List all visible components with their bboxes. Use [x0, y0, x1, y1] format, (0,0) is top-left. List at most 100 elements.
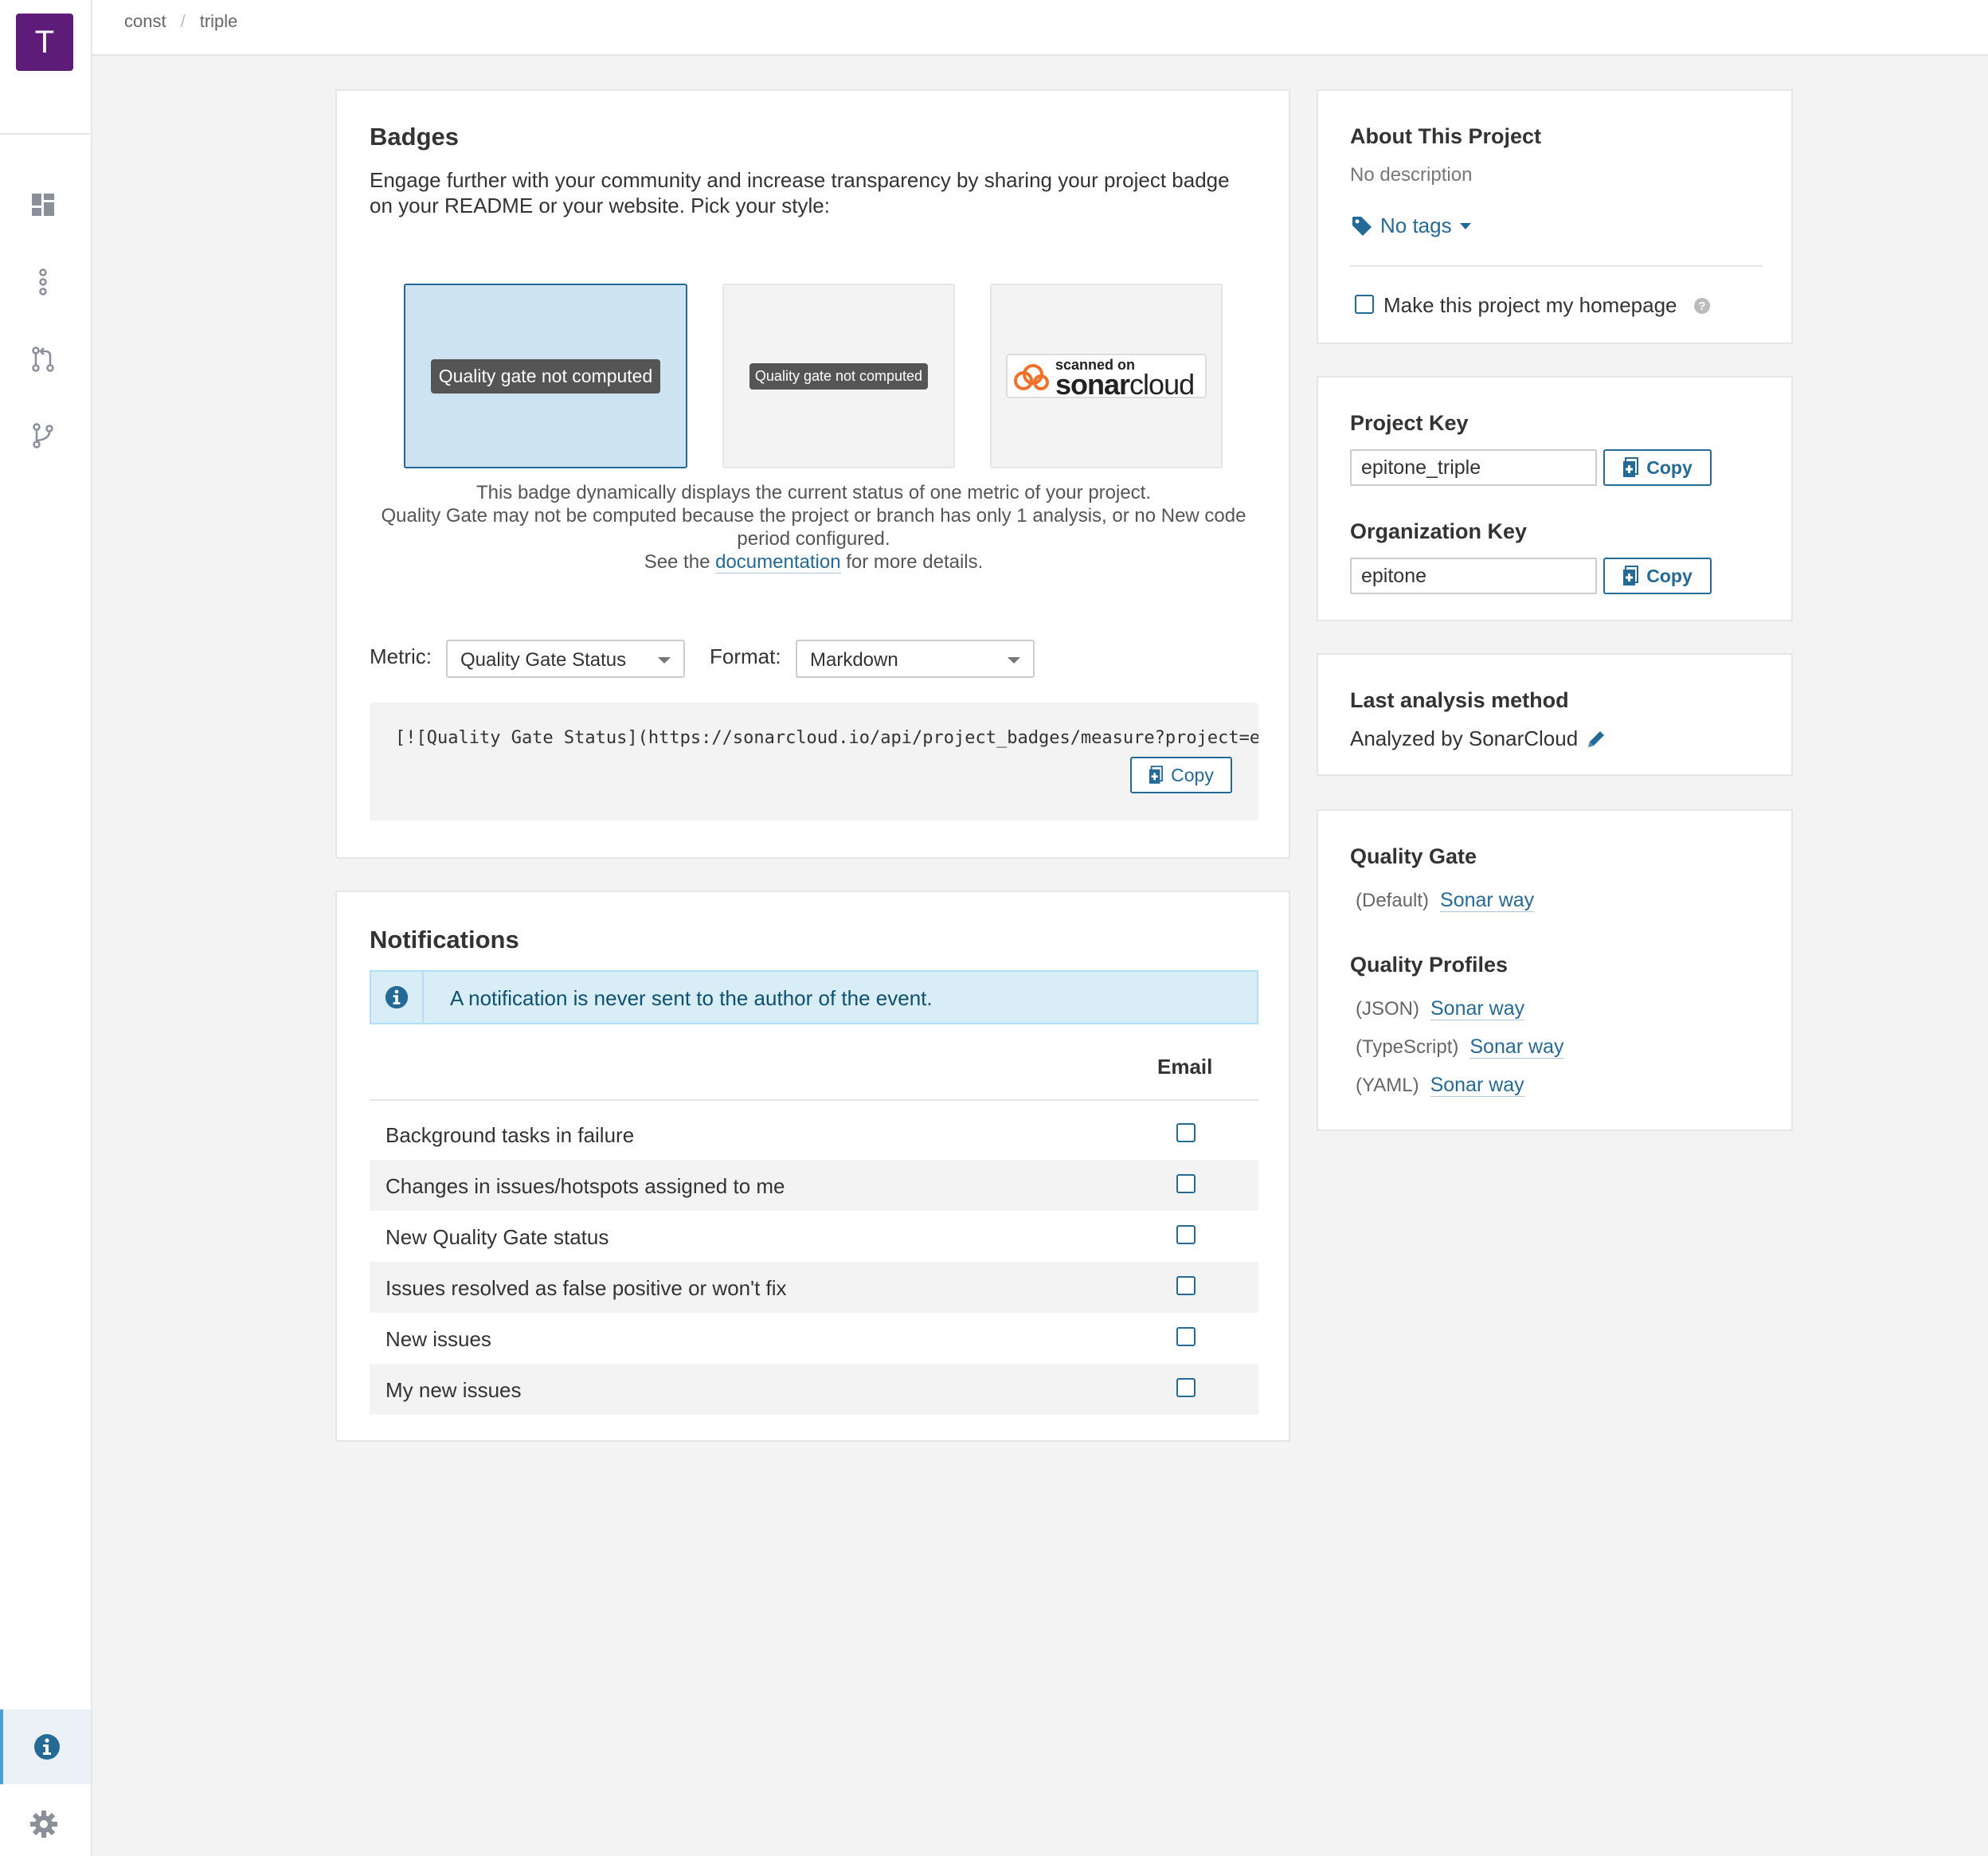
info-icon — [371, 972, 424, 1023]
notification-label: Issues resolved as false positive or won… — [385, 1276, 787, 1300]
notification-label: My new issues — [385, 1378, 522, 1402]
table-divider — [370, 1099, 1258, 1101]
badge-option-default[interactable]: Quality gate not computed — [404, 284, 687, 468]
project-description: No description — [1350, 164, 1473, 186]
format-select[interactable]: Markdown — [796, 640, 1035, 678]
chevron-down-icon — [658, 657, 671, 664]
breadcrumb-separator: / — [180, 11, 186, 31]
top-bar: const / triple — [92, 0, 1988, 56]
quality-profile-row: (TypeScript) Sonar way — [1356, 1036, 1564, 1059]
email-column-header: Email — [1157, 1055, 1213, 1079]
badge-desc-see: See the — [644, 551, 710, 573]
metric-label: Metric: — [370, 644, 432, 668]
copy-label: Copy — [1646, 565, 1693, 586]
quality-gate-row: (Default) Sonar way — [1356, 889, 1535, 912]
copy-icon — [1623, 566, 1639, 585]
sidebar: T — [0, 0, 92, 1856]
organization-key-title: Organization Key — [1350, 519, 1528, 543]
documentation-link[interactable]: documentation — [715, 551, 841, 574]
notification-row: Background tasks in failure — [370, 1109, 1258, 1160]
format-select-value: Markdown — [810, 649, 898, 671]
tags-selector[interactable]: No tags — [1352, 213, 1471, 238]
overview-icon[interactable] — [29, 191, 57, 218]
email-checkbox[interactable] — [1176, 1225, 1196, 1244]
sonarcloud-cloud-icon — [1014, 364, 1049, 390]
badge-preview-label: Quality gate not computed — [749, 362, 929, 390]
sonarcloud-wordmark: sonarcloud — [1055, 368, 1195, 401]
format-label: Format: — [710, 644, 781, 668]
quality-profile-row: (YAML) Sonar way — [1356, 1074, 1524, 1097]
notification-row: Changes in issues/hotspots assigned to m… — [370, 1160, 1258, 1211]
project-key-input[interactable] — [1350, 449, 1597, 486]
quality-gate-link[interactable]: Sonar way — [1440, 889, 1535, 912]
notification-label: Changes in issues/hotspots assigned to m… — [385, 1174, 785, 1198]
email-checkbox[interactable] — [1176, 1378, 1196, 1397]
badges-intro: Engage further with your community and i… — [370, 168, 1230, 217]
copy-icon — [1623, 457, 1639, 477]
last-analysis-title: Last analysis method — [1350, 688, 1569, 712]
pencil-icon[interactable] — [1586, 729, 1606, 750]
issues-icon[interactable] — [29, 268, 57, 296]
last-analysis-card: Last analysis method Analyzed by SonarCl… — [1317, 653, 1793, 776]
tag-icon — [1352, 216, 1372, 236]
breadcrumb-project[interactable]: triple — [200, 11, 238, 31]
notification-row: Issues resolved as false positive or won… — [370, 1262, 1258, 1313]
tags-label: No tags — [1380, 213, 1452, 237]
notification-label: New Quality Gate status — [385, 1225, 609, 1249]
notification-row: New issues — [370, 1313, 1258, 1364]
badges-card: Badges Engage further with your communit… — [335, 89, 1290, 859]
notifications-title: Notifications — [370, 926, 519, 953]
copy-organization-key-button[interactable]: Copy — [1603, 558, 1712, 594]
quality-profile-link[interactable]: Sonar way — [1430, 1074, 1524, 1097]
sonarcloud-wordmark-b: cloud — [1129, 368, 1195, 401]
email-checkbox[interactable] — [1176, 1174, 1196, 1193]
chevron-down-icon — [1459, 222, 1471, 229]
badge-desc-line2: Quality Gate may not be computed because… — [381, 505, 1246, 550]
badge-preview-label: Quality gate not computed — [430, 358, 661, 394]
project-key-title: Project Key — [1350, 411, 1469, 435]
quality-profiles-title: Quality Profiles — [1350, 953, 1509, 977]
about-divider — [1350, 265, 1763, 267]
keys-card: Project Key Copy Organization Key Copy — [1317, 376, 1793, 621]
quality-profile-row: (JSON) Sonar way — [1356, 997, 1525, 1020]
badges-title: Badges — [370, 123, 459, 151]
organization-key-input[interactable] — [1350, 558, 1597, 594]
profile-language: (TypeScript) — [1356, 1036, 1459, 1058]
gear-icon[interactable] — [29, 1810, 58, 1838]
last-analysis-value-wrap: Analyzed by SonarCloud — [1350, 726, 1606, 751]
badge-option-flat[interactable]: Quality gate not computed — [722, 284, 955, 468]
breadcrumb-org[interactable]: const — [124, 11, 166, 31]
copy-icon — [1149, 766, 1164, 784]
badge-code-snippet[interactable]: [![Quality Gate Status](https://sonarclo… — [370, 703, 1258, 820]
avatar-letter: T — [34, 24, 55, 60]
sonarcloud-badge: scanned on sonarcloud — [1006, 354, 1207, 401]
notification-label: New issues — [385, 1327, 491, 1351]
copy-snippet-button[interactable]: Copy — [1130, 757, 1232, 793]
help-icon[interactable]: ? — [1694, 298, 1710, 314]
email-checkbox[interactable] — [1176, 1123, 1196, 1142]
sidebar-divider — [0, 133, 91, 135]
homepage-checkbox[interactable] — [1355, 295, 1374, 314]
chevron-down-icon — [1008, 657, 1020, 664]
email-checkbox[interactable] — [1176, 1327, 1196, 1346]
quality-profile-link[interactable]: Sonar way — [1430, 997, 1525, 1020]
badge-desc-line3: See the documentation for more details. — [370, 550, 1258, 574]
notification-row: My new issues — [370, 1364, 1258, 1415]
notification-label: Background tasks in failure — [385, 1123, 635, 1147]
project-information-nav[interactable] — [0, 1709, 91, 1784]
quality-profile-link[interactable]: Sonar way — [1469, 1036, 1564, 1059]
copy-project-key-button[interactable]: Copy — [1603, 449, 1712, 486]
copy-label: Copy — [1646, 456, 1693, 478]
badge-desc-line1: This badge dynamically displays the curr… — [475, 482, 1152, 503]
profile-language: (JSON) — [1356, 998, 1419, 1020]
metric-select[interactable]: Quality Gate Status — [446, 640, 685, 678]
profile-language: (YAML) — [1356, 1075, 1419, 1096]
about-project-card: About This Project No description No tag… — [1317, 89, 1793, 344]
metric-select-value: Quality Gate Status — [460, 649, 627, 671]
homepage-label: Make this project my homepage — [1383, 293, 1677, 317]
email-checkbox[interactable] — [1176, 1276, 1196, 1295]
branches-icon[interactable] — [29, 422, 57, 449]
badge-option-scanned-on-sonarcloud[interactable]: scanned on sonarcloud — [990, 284, 1223, 468]
organization-avatar[interactable]: T — [16, 14, 73, 71]
pull-requests-icon[interactable] — [29, 346, 57, 373]
